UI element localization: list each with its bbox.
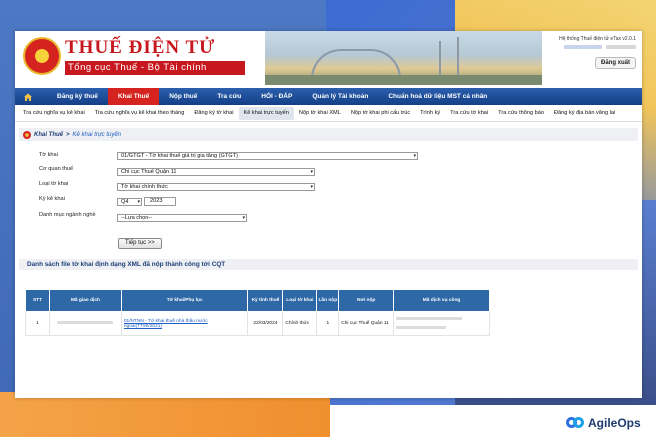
site-subtitle: Tổng cục Thuế - Bộ Tài chính (65, 61, 245, 75)
nav-item-nop-thue[interactable]: Nộp thuế (159, 88, 207, 105)
sub-nav: Tra cứu nghĩa vụ kê khai Tra cứu nghĩa v… (15, 105, 642, 122)
chevron-down-icon: ▾ (310, 169, 313, 175)
danh-muc-nganh-nghe-label: Danh mục ngành nghề (39, 212, 96, 218)
danh-muc-selected: --Lựa chọn-- (121, 215, 153, 221)
quarter-selected: Q4 (121, 199, 129, 205)
nav-item-dang-ky-thue[interactable]: Đăng ký thuế (47, 88, 108, 105)
subnav-item-tra-cuu-to-khai[interactable]: Tra cứu tờ khai (445, 107, 493, 120)
nav-item-tra-cuu[interactable]: Tra cứu (207, 88, 251, 105)
co-quan-thue-select[interactable]: Chi cục Thuế Quận 11 ▾ (117, 168, 315, 176)
subnav-item-nop-to-khai-xml[interactable]: Nộp tờ khai XML (294, 107, 346, 120)
co-quan-thue-selected: Chi cục Thuế Quận 11 (121, 169, 177, 175)
brand-name: AgileOps (588, 416, 641, 430)
chevron-down-icon: ▾ (242, 215, 245, 221)
breadcrumb-root[interactable]: Khai Thuế (34, 132, 63, 138)
agileops-brand: AgileOps (566, 416, 641, 430)
row-times: 1 (316, 311, 340, 336)
row-place: Chi cục Thuế Quận 11 (338, 311, 395, 336)
main-nav: Đăng ký thuế Khai Thuế Nộp thuế Tra cứu … (15, 88, 642, 105)
loai-to-khai-label: Loại tờ khai (39, 181, 69, 187)
subnav-item-ke-khai-truc-tuyen[interactable]: Kê khai trực tuyến (238, 107, 294, 120)
loai-to-khai-selected: Tờ khai chính thức (121, 184, 168, 190)
column-header: Mã giao dịch (48, 289, 122, 312)
column-header: STT (25, 289, 50, 312)
submitted-files-title: Danh sách file tờ khai định dạng XML đã … (19, 259, 638, 270)
danh-muc-nganh-nghe-select[interactable]: --Lựa chọn-- ▾ (117, 214, 247, 222)
nav-item-hoi-dap[interactable]: HỎI - ĐÁP (251, 88, 302, 105)
breadcrumb-icon (23, 130, 31, 139)
subnav-item-dia-ban-vang-lai[interactable]: Đăng ký địa bàn vãng lai (549, 107, 620, 120)
co-quan-thue-label: Cơ quan thuế (39, 166, 74, 172)
subnav-item-tra-cuu-nghia-vu[interactable]: Tra cứu nghĩa vụ kê khai (18, 107, 90, 120)
subnav-item-trinh-ky[interactable]: Trình ký (415, 107, 445, 120)
breadcrumb-current: Kê khai trực tuyến (72, 131, 122, 138)
row-type: Chính thức (282, 311, 318, 336)
declaration-form: Tờ khai 01/GTGT - Tờ khai thuế giá trị g… (15, 141, 642, 251)
continue-button[interactable]: Tiếp tục >> (118, 238, 162, 249)
year-input[interactable]: 2023 (144, 197, 176, 206)
to-khai-label: Tờ khai (39, 152, 58, 158)
river (265, 75, 542, 85)
background-orange (0, 392, 330, 437)
tax-emblem-logo: ★ (23, 37, 61, 75)
loai-to-khai-select[interactable]: Tờ khai chính thức ▾ (117, 183, 315, 191)
chevron-down-icon: ▾ (310, 184, 313, 190)
site-title: THUẾ ĐIỆN TỬ (65, 37, 216, 58)
site-header: ★ THUẾ ĐIỆN TỬ Tổng cục Thuế - Bộ Tài ch… (15, 31, 642, 85)
logout-button[interactable]: Đăng xuất (594, 57, 636, 69)
to-khai-select[interactable]: 01/GTGT - Tờ khai thuế giá trị gia tăng … (117, 152, 418, 160)
system-version: Hệ thống Thuế điện tử eTax v2.0.1 (559, 36, 636, 42)
quarter-select[interactable]: Q4 ▾ (117, 198, 142, 206)
column-header: Mã dịch vụ công (393, 289, 490, 312)
column-header: Tờ khai/Phụ lục (120, 289, 249, 312)
column-header: Kỳ tính thuế (247, 289, 284, 312)
subnav-item-dang-ky-to-khai[interactable]: Đăng ký tờ khai (189, 107, 238, 120)
nav-item-chuan-hoa-mst[interactable]: Chuẩn hoá dữ liệu MST cá nhân (378, 88, 497, 105)
ky-ke-khai-label: Kỳ kê khai (39, 196, 65, 202)
submitted-files-table: STT Mã giao dịch Tờ khai/Phụ lục Kỳ tính… (25, 289, 490, 336)
subnav-item-tra-cuu-thong-bao[interactable]: Tra cứu thông báo (493, 107, 549, 120)
column-header: Loại tờ khai (282, 289, 318, 312)
row-stt: 1 (25, 311, 50, 336)
form-link[interactable]: 01/NTNN - Tờ khai thuế nhà thầu nước ngo… (124, 319, 208, 329)
row-period: 22/03/2024 (247, 311, 284, 336)
to-khai-selected: 01/GTGT - Tờ khai thuế giá trị gia tăng … (121, 153, 238, 159)
nav-item-khai-thue[interactable]: Khai Thuế (107, 88, 160, 105)
row-service-code-redacted (393, 311, 490, 336)
subnav-item-tra-cuu-nghia-vu-thang[interactable]: Tra cứu nghĩa vụ kê khai theo tháng (90, 107, 190, 120)
user-name-redacted (606, 45, 636, 49)
chevron-down-icon: ▾ (413, 153, 416, 159)
breadcrumb-separator: > (66, 131, 70, 138)
row-transaction-id-redacted (48, 311, 122, 336)
chevron-down-icon: ▾ (137, 199, 140, 205)
etax-window: ★ THUẾ ĐIỆN TỬ Tổng cục Thuế - Bộ Tài ch… (15, 31, 642, 398)
column-header: Nơi nộp (338, 289, 395, 312)
agileops-logo-icon (566, 417, 584, 429)
home-icon[interactable] (21, 90, 35, 104)
user-tax-code-redacted (564, 45, 602, 49)
subnav-item-nop-phi-cau-truc[interactable]: Nộp tờ khai phi cấu trúc (346, 107, 415, 120)
breadcrumb: Khai Thuế > Kê khai trực tuyến (19, 128, 638, 141)
table-header-row: STT Mã giao dịch Tờ khai/Phụ lục Kỳ tính… (25, 289, 490, 312)
column-header: Lần nộp (316, 289, 340, 312)
table-row: 1 01/NTNN - Tờ khai thuế nhà thầu nước n… (25, 311, 490, 336)
row-form: 01/NTNN - Tờ khai thuế nhà thầu nước ngo… (120, 311, 249, 336)
nav-item-quan-ly-tai-khoan[interactable]: Quản lý Tài khoản (302, 88, 378, 105)
